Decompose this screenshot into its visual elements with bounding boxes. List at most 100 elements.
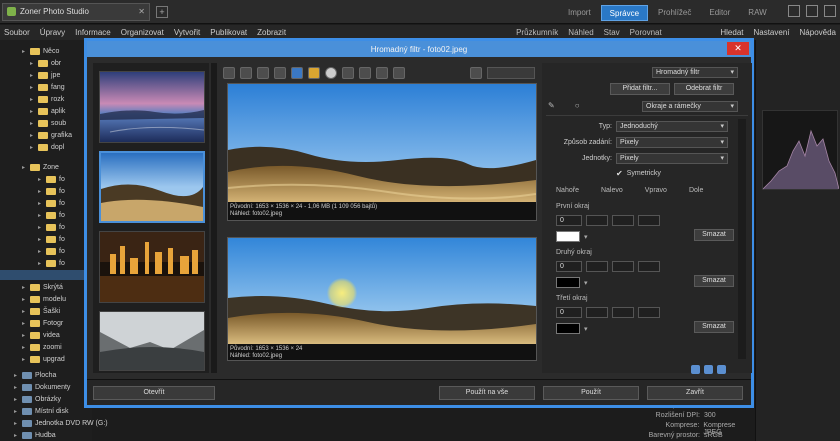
color-picker-icon[interactable]: ▾ bbox=[584, 325, 588, 333]
expand-arrow-icon[interactable]: ▸ bbox=[38, 224, 43, 231]
expand-arrow-icon[interactable]: ▸ bbox=[14, 420, 19, 427]
preset-dropdown[interactable]: Hromadný filtr bbox=[652, 67, 738, 78]
menu-organize[interactable]: Organizovat bbox=[121, 28, 164, 37]
properties-scrollbar[interactable] bbox=[738, 119, 746, 359]
mode-import[interactable]: Import bbox=[560, 5, 599, 21]
expand-arrow-icon[interactable]: ▸ bbox=[38, 188, 43, 195]
expand-arrow-icon[interactable]: ▸ bbox=[22, 356, 27, 363]
tree-item[interactable]: ▸ Plocha bbox=[14, 370, 56, 380]
second-border-clear-button[interactable]: Smazat bbox=[694, 275, 734, 287]
menu-publish[interactable]: Publikovat bbox=[210, 28, 247, 37]
grid-icon[interactable] bbox=[393, 67, 405, 79]
expand-arrow-icon[interactable]: ▸ bbox=[38, 236, 43, 243]
expand-arrow-icon[interactable]: ▸ bbox=[22, 344, 27, 351]
tree-item[interactable]: ▸ Něco bbox=[22, 46, 59, 56]
maximize-icon[interactable] bbox=[806, 5, 818, 17]
second-border-color[interactable] bbox=[556, 277, 580, 288]
expand-arrow-icon[interactable]: ▸ bbox=[22, 296, 27, 303]
expand-arrow-icon[interactable]: ▸ bbox=[30, 108, 35, 115]
tree-item[interactable]: ▸ modelu bbox=[22, 294, 66, 304]
tree-item[interactable]: ▸ Místní disk bbox=[14, 406, 68, 416]
zoom-out-icon[interactable] bbox=[240, 67, 252, 79]
fit-icon[interactable] bbox=[257, 67, 269, 79]
tree-item[interactable]: ▸ Hudba bbox=[14, 430, 56, 440]
expand-arrow-icon[interactable]: ▸ bbox=[22, 308, 27, 315]
dialog-close-button[interactable]: ✕ bbox=[727, 42, 749, 55]
expand-arrow-icon[interactable]: ▸ bbox=[22, 164, 27, 171]
delete-icon[interactable] bbox=[717, 365, 726, 374]
add-filter-button[interactable]: Přidat filtr... bbox=[610, 83, 670, 95]
tree-item[interactable]: ▸ Jednotka DVD RW (G:) bbox=[14, 418, 108, 428]
tree-item[interactable]: ▸ upgrad bbox=[22, 354, 65, 364]
tree-item[interactable]: ▸ Fotogr bbox=[22, 318, 63, 328]
thumbnail-2-selected[interactable] bbox=[99, 151, 205, 223]
tree-item[interactable]: ▸ Šaški bbox=[22, 306, 60, 316]
expand-arrow-icon[interactable]: ▸ bbox=[14, 372, 19, 379]
second-border-value[interactable]: 0 bbox=[556, 261, 582, 272]
zoom-field[interactable] bbox=[487, 67, 535, 79]
tree-item[interactable]: ▸ grafika bbox=[30, 130, 72, 140]
thumbnail-scrollbar[interactable] bbox=[211, 63, 217, 373]
window-close-icon[interactable] bbox=[824, 5, 836, 17]
save-icon[interactable] bbox=[691, 365, 700, 374]
expand-arrow-icon[interactable]: ▸ bbox=[38, 212, 43, 219]
tree-item[interactable]: ▸ rozk bbox=[30, 94, 64, 104]
second-border-side-3[interactable] bbox=[612, 261, 634, 272]
color-picker-icon[interactable]: ▾ bbox=[584, 279, 588, 287]
close-button[interactable]: Zavřít bbox=[647, 386, 743, 400]
expand-arrow-icon[interactable]: ▸ bbox=[30, 60, 35, 67]
toolbar-explorer[interactable]: Průzkumník bbox=[516, 28, 558, 37]
expand-arrow-icon[interactable]: ▸ bbox=[30, 72, 35, 79]
menu-info[interactable]: Informace bbox=[75, 28, 111, 37]
expand-arrow-icon[interactable]: ▸ bbox=[22, 332, 27, 339]
expand-arrow-icon[interactable]: ▸ bbox=[14, 408, 19, 415]
third-border-color[interactable] bbox=[556, 323, 580, 334]
symmetric-checkbox[interactable]: ✔ bbox=[616, 169, 623, 178]
expand-arrow-icon[interactable]: ▸ bbox=[14, 396, 19, 403]
tree-item[interactable]: ▸ Obrázky bbox=[14, 394, 61, 404]
expand-arrow-icon[interactable]: ▸ bbox=[30, 144, 35, 151]
third-border-side-4[interactable] bbox=[638, 307, 660, 318]
toolbar-status[interactable]: Stav bbox=[604, 28, 620, 37]
tree-item[interactable]: ▸ fo bbox=[38, 186, 65, 196]
tree-item[interactable]: ▸ soub bbox=[30, 118, 66, 128]
mode-raw[interactable]: RAW bbox=[740, 5, 774, 21]
split-horizontal-icon[interactable] bbox=[359, 67, 371, 79]
tree-item[interactable]: ▸ fo bbox=[38, 258, 65, 268]
menu-file[interactable]: Soubor bbox=[4, 28, 30, 37]
tree-item[interactable]: ▸ Skrýtá bbox=[22, 282, 63, 292]
open-button[interactable]: Otevřít bbox=[93, 386, 215, 400]
tree-item[interactable]: ▸ fo bbox=[38, 174, 65, 184]
menu-create[interactable]: Vytvořit bbox=[174, 28, 200, 37]
copy-icon[interactable] bbox=[704, 365, 713, 374]
first-border-side-4[interactable] bbox=[638, 215, 660, 226]
help-link[interactable]: Nápověda bbox=[800, 28, 836, 37]
tree-item[interactable]: ▸ Zone bbox=[22, 162, 59, 172]
lock-icon[interactable] bbox=[470, 67, 482, 79]
first-border-side-2[interactable] bbox=[586, 215, 608, 226]
expand-arrow-icon[interactable]: ▸ bbox=[14, 384, 19, 391]
remove-filter-button[interactable]: Odebrat filtr bbox=[674, 83, 734, 95]
pencil-icon[interactable]: ✎ bbox=[548, 101, 555, 110]
tree-item[interactable]: ▸ jpe bbox=[30, 70, 60, 80]
tree-item[interactable]: ▸ fang bbox=[30, 82, 65, 92]
selected-folder-row[interactable] bbox=[0, 270, 92, 280]
toolbar-preview[interactable]: Náhled bbox=[568, 28, 593, 37]
thumbnail-3[interactable] bbox=[99, 231, 205, 303]
expand-arrow-icon[interactable]: ▸ bbox=[14, 432, 19, 439]
tree-item[interactable]: ▸ fo bbox=[38, 198, 65, 208]
close-tab-icon[interactable]: ✕ bbox=[138, 7, 145, 16]
settings-link[interactable]: Nastavení bbox=[753, 28, 789, 37]
minimize-icon[interactable] bbox=[788, 5, 800, 17]
expand-arrow-icon[interactable]: ▸ bbox=[22, 320, 27, 327]
tree-item[interactable]: ▸ zoomi bbox=[22, 342, 62, 352]
folder-icon[interactable] bbox=[308, 67, 320, 79]
first-border-color[interactable] bbox=[556, 231, 580, 242]
type-dropdown[interactable]: Jednoduchý bbox=[616, 121, 728, 132]
tree-item[interactable]: ▸ fo bbox=[38, 246, 65, 256]
expand-arrow-icon[interactable]: ▸ bbox=[38, 176, 43, 183]
mode-viewer[interactable]: Prohlížeč bbox=[650, 5, 699, 21]
expand-arrow-icon[interactable]: ▸ bbox=[22, 284, 27, 291]
compare-view-icon[interactable] bbox=[291, 67, 303, 79]
expand-arrow-icon[interactable]: ▸ bbox=[38, 200, 43, 207]
